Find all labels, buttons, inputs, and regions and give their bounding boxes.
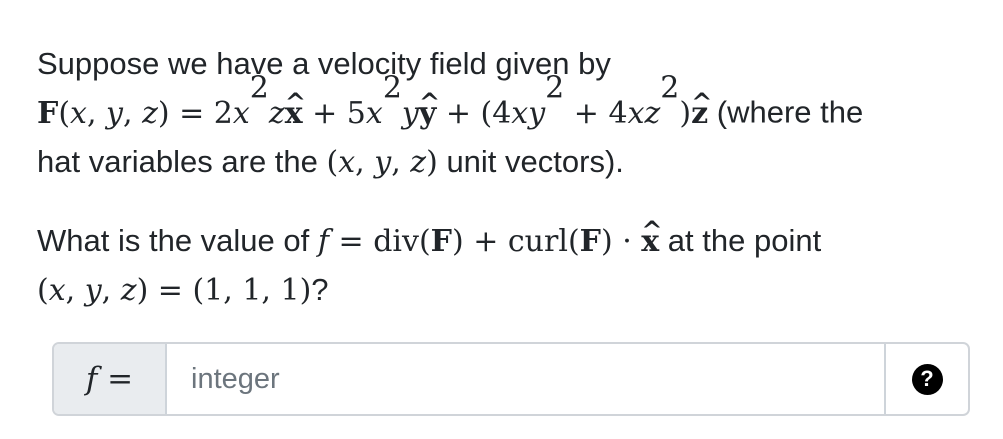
prompt-end: ? <box>311 271 329 307</box>
field-note: (where the <box>716 94 864 130</box>
question-text: Suppose we have a velocity field given b… <box>37 40 967 315</box>
prompt-mid: at the point <box>667 222 822 258</box>
field-note-line2: hat variables are the <box>37 143 318 179</box>
answer-input-group: f = ? <box>52 342 970 416</box>
field-formula: F(x, y, z) = 2x2zx + 5x2yy + (4xy2 + 4xz… <box>37 73 708 131</box>
unit-vector-variables: (x, y, z) <box>326 144 438 180</box>
field-note-end: unit vectors). <box>446 143 624 179</box>
question-card: Suppose we have a velocity field given b… <box>0 0 1003 439</box>
answer-input[interactable] <box>167 344 884 414</box>
prompt-start: What is the value of <box>37 222 310 258</box>
help-button-container: ? <box>884 344 968 414</box>
question-paragraph-1: Suppose we have a velocity field given b… <box>37 40 967 187</box>
question-paragraph-2: What is the value of f = div(F) + curl(F… <box>37 207 967 315</box>
question-mark-icon[interactable]: ? <box>911 363 943 395</box>
point-formula: (x, y, z) = (1, 1, 1) <box>37 272 312 308</box>
answer-label: f = <box>54 344 167 414</box>
prompt-formula: f = div(F) + curl(F) · x <box>318 207 659 259</box>
intro-text: Suppose we have a velocity field given b… <box>37 46 611 81</box>
